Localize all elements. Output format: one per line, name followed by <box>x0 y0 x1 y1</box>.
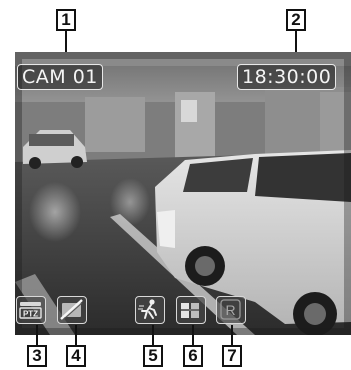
callout-6: 6 <box>183 345 203 367</box>
motion-detection-icon <box>138 299 157 319</box>
video-loss-status[interactable] <box>57 296 87 324</box>
video-loss-icon <box>60 299 83 320</box>
parking-garage-scene <box>15 52 351 335</box>
callout-4: 4 <box>66 345 86 367</box>
camera-live-view[interactable]: CAM 01 18:30:00 PTZ R <box>15 52 351 335</box>
time-display: 18:30:00 <box>237 64 337 90</box>
ptz-icon: PTZ <box>19 302 42 319</box>
motion-detection-status[interactable] <box>135 296 165 324</box>
leader-line-4 <box>75 325 77 345</box>
record-icon-label: R <box>225 302 235 318</box>
sensor-icon <box>181 303 199 318</box>
callout-7: 7 <box>222 345 242 367</box>
callout-3: 3 <box>27 345 47 367</box>
leader-line-5 <box>152 325 154 345</box>
ptz-icon-label: PTZ <box>23 310 38 319</box>
sensor-status[interactable] <box>176 296 206 324</box>
leader-line-7 <box>231 325 233 345</box>
record-icon: R <box>220 299 241 320</box>
camera-name-label: CAM 01 <box>17 64 103 90</box>
callout-1: 1 <box>56 9 76 31</box>
record-status[interactable]: R <box>216 296 246 324</box>
leader-line-3 <box>36 325 38 345</box>
callout-5: 5 <box>143 345 163 367</box>
callout-2: 2 <box>286 9 306 31</box>
ptz-status[interactable]: PTZ <box>16 296 46 324</box>
leader-line-6 <box>192 325 194 345</box>
